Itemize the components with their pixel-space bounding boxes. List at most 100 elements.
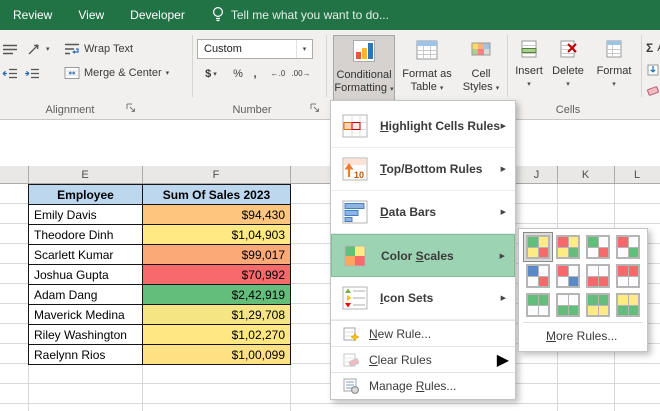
increase-indent-icon: [24, 67, 40, 80]
menu-item-top-bottom-rules[interactable]: 10 Top/Bottom Rules ▶: [331, 148, 515, 191]
percent-style-button[interactable]: %: [230, 64, 246, 83]
color-scale-swatch-green-white[interactable]: [526, 293, 550, 317]
clear-rules-icon: [343, 352, 359, 368]
tell-me-box[interactable]: Tell me what you want to do...: [212, 6, 389, 25]
dropdown-arrow-icon: ▾: [527, 78, 531, 91]
number-format-combobox[interactable]: Custom ▾: [197, 39, 313, 59]
color-scale-swatch-red-white[interactable]: [616, 264, 640, 288]
dropdown-arrow-icon: ▾: [612, 78, 616, 91]
table-row: Adam Dang $2,42,919: [29, 285, 291, 305]
manage-rules-icon: [343, 378, 359, 394]
menu-item-data-bars[interactable]: Data Bars ▶: [331, 191, 515, 234]
tab-developer[interactable]: Developer: [117, 0, 198, 30]
table-row: Riley Washington $1,02,270: [29, 325, 291, 345]
new-rule-icon: [343, 326, 359, 342]
delete-cells-button[interactable]: Delete ▾: [549, 35, 587, 101]
color-scale-swatch-green-yellow[interactable]: [586, 293, 610, 317]
sales-cell[interactable]: $2,42,919: [143, 285, 291, 305]
color-scale-swatch-yellow-green[interactable]: [616, 293, 640, 317]
employee-cell[interactable]: Scarlett Kumar: [29, 245, 143, 265]
color-scale-swatch-green-white-red[interactable]: [586, 235, 610, 259]
conditional-formatting-label-1: Conditional: [336, 69, 391, 82]
cell-styles-label-1: Cell: [472, 68, 491, 81]
table-row: Theodore Dinh $1,04,903: [29, 225, 291, 245]
cell-styles-button[interactable]: Cell Styles ▾: [458, 35, 504, 101]
format-cells-button[interactable]: Format ▾: [591, 35, 637, 101]
employee-cell[interactable]: Adam Dang: [29, 285, 143, 305]
orientation-button[interactable]: ▾: [27, 39, 50, 59]
employee-cell[interactable]: Emily Davis: [29, 205, 143, 225]
sales-cell[interactable]: $1,00,099: [143, 345, 291, 365]
menu-item-manage-rules[interactable]: Manage Rules...: [331, 372, 515, 398]
eraser-icon: [647, 84, 659, 96]
column-header-f[interactable]: F: [142, 166, 290, 184]
sales-cell[interactable]: $70,992: [143, 265, 291, 285]
format-as-table-icon: [415, 38, 439, 66]
column-header-j[interactable]: J: [516, 166, 557, 184]
dropdown-arrow-icon: ▾: [46, 45, 50, 53]
color-scale-swatch-red-white-green[interactable]: [616, 235, 640, 259]
comma-style-button[interactable]: ,: [249, 64, 261, 83]
alignment-dialog-launcher[interactable]: [126, 103, 136, 116]
column-header-k[interactable]: K: [557, 166, 614, 184]
decrease-indent-button[interactable]: [2, 63, 18, 83]
menu-item-icon-sets[interactable]: Icon Sets ▶: [331, 277, 515, 320]
employee-cell[interactable]: Joshua Gupta: [29, 265, 143, 285]
svg-text:10: 10: [354, 170, 364, 180]
more-rules-item[interactable]: More Rules...: [519, 326, 647, 346]
sales-cell[interactable]: $94,430: [143, 205, 291, 225]
column-header-l[interactable]: L: [614, 166, 660, 184]
number-dialog-launcher[interactable]: [310, 103, 320, 116]
number-format-value: Custom: [198, 43, 296, 55]
merge-center-button[interactable]: Merge & Center ▾: [64, 63, 169, 83]
submenu-separator: [523, 322, 643, 323]
increase-indent-button[interactable]: [24, 63, 40, 83]
table-header-sales[interactable]: Sum Of Sales 2023: [143, 185, 291, 205]
tab-view[interactable]: View: [65, 0, 117, 30]
menu-item-new-rule[interactable]: New Rule...: [331, 320, 515, 346]
table-row: Maverick Medina $1,29,708: [29, 305, 291, 325]
tab-review[interactable]: Review: [0, 0, 65, 30]
insert-cells-button[interactable]: Insert ▾: [511, 35, 547, 101]
top-bottom-rules-icon: 10: [339, 155, 371, 183]
cells-group-label: Cells: [528, 104, 608, 116]
clear-button[interactable]: [647, 80, 659, 100]
accounting-format-button[interactable]: $ ▾: [197, 64, 225, 83]
bottom-align-button[interactable]: [2, 39, 18, 59]
employee-cell[interactable]: Riley Washington: [29, 325, 143, 345]
combobox-dropdown-button[interactable]: ▾: [296, 40, 312, 58]
menu-item-color-scales[interactable]: Color Scales ▶: [331, 234, 515, 277]
color-scale-swatch-green-yellow-red[interactable]: [526, 235, 550, 259]
employee-cell[interactable]: Theodore Dinh: [29, 225, 143, 245]
table-row: Raelynn Rios $1,00,099: [29, 345, 291, 365]
color-scale-swatch-white-red[interactable]: [586, 264, 610, 288]
conditional-formatting-button[interactable]: Conditional Formatting ▾: [333, 35, 395, 101]
submenu-arrow-icon: ▶: [501, 165, 509, 173]
color-scales-submenu: More Rules...: [518, 228, 648, 352]
menu-item-highlight-cells-rules[interactable]: Highlight Cells Rules ▶: [331, 105, 515, 148]
menu-item-clear-rules[interactable]: Clear Rules ▶: [331, 346, 515, 372]
submenu-arrow-icon: ▶: [500, 252, 508, 260]
decrease-decimal-button[interactable]: .00→: [290, 64, 312, 83]
sales-table: Employee Sum Of Sales 2023 Emily Davis $…: [28, 184, 291, 365]
sales-cell[interactable]: $99,017: [143, 245, 291, 265]
autosum-button[interactable]: Σ AutoSum: [646, 38, 660, 58]
color-scale-swatch-red-white-blue[interactable]: [556, 264, 580, 288]
color-scale-swatch-red-yellow-green[interactable]: [556, 235, 580, 259]
employee-cell[interactable]: Maverick Medina: [29, 305, 143, 325]
wrap-text-button[interactable]: Wrap Text: [64, 39, 133, 59]
sales-cell[interactable]: $1,04,903: [143, 225, 291, 245]
menu-item-label: Highlight Cells Rules: [380, 119, 501, 133]
table-header-row: Employee Sum Of Sales 2023: [29, 185, 291, 205]
employee-cell[interactable]: Raelynn Rios: [29, 345, 143, 365]
fill-button[interactable]: [647, 60, 659, 80]
delete-label: Delete: [552, 65, 584, 78]
table-header-employee[interactable]: Employee: [29, 185, 143, 205]
sales-cell[interactable]: $1,29,708: [143, 305, 291, 325]
color-scale-swatch-white-green[interactable]: [556, 293, 580, 317]
format-as-table-button[interactable]: Format as Table ▾: [398, 35, 456, 101]
sales-cell[interactable]: $1,02,270: [143, 325, 291, 345]
color-scale-swatch-blue-white-red[interactable]: [526, 264, 550, 288]
increase-decimal-button[interactable]: ←.0: [267, 64, 289, 83]
column-header-e[interactable]: E: [28, 166, 142, 184]
